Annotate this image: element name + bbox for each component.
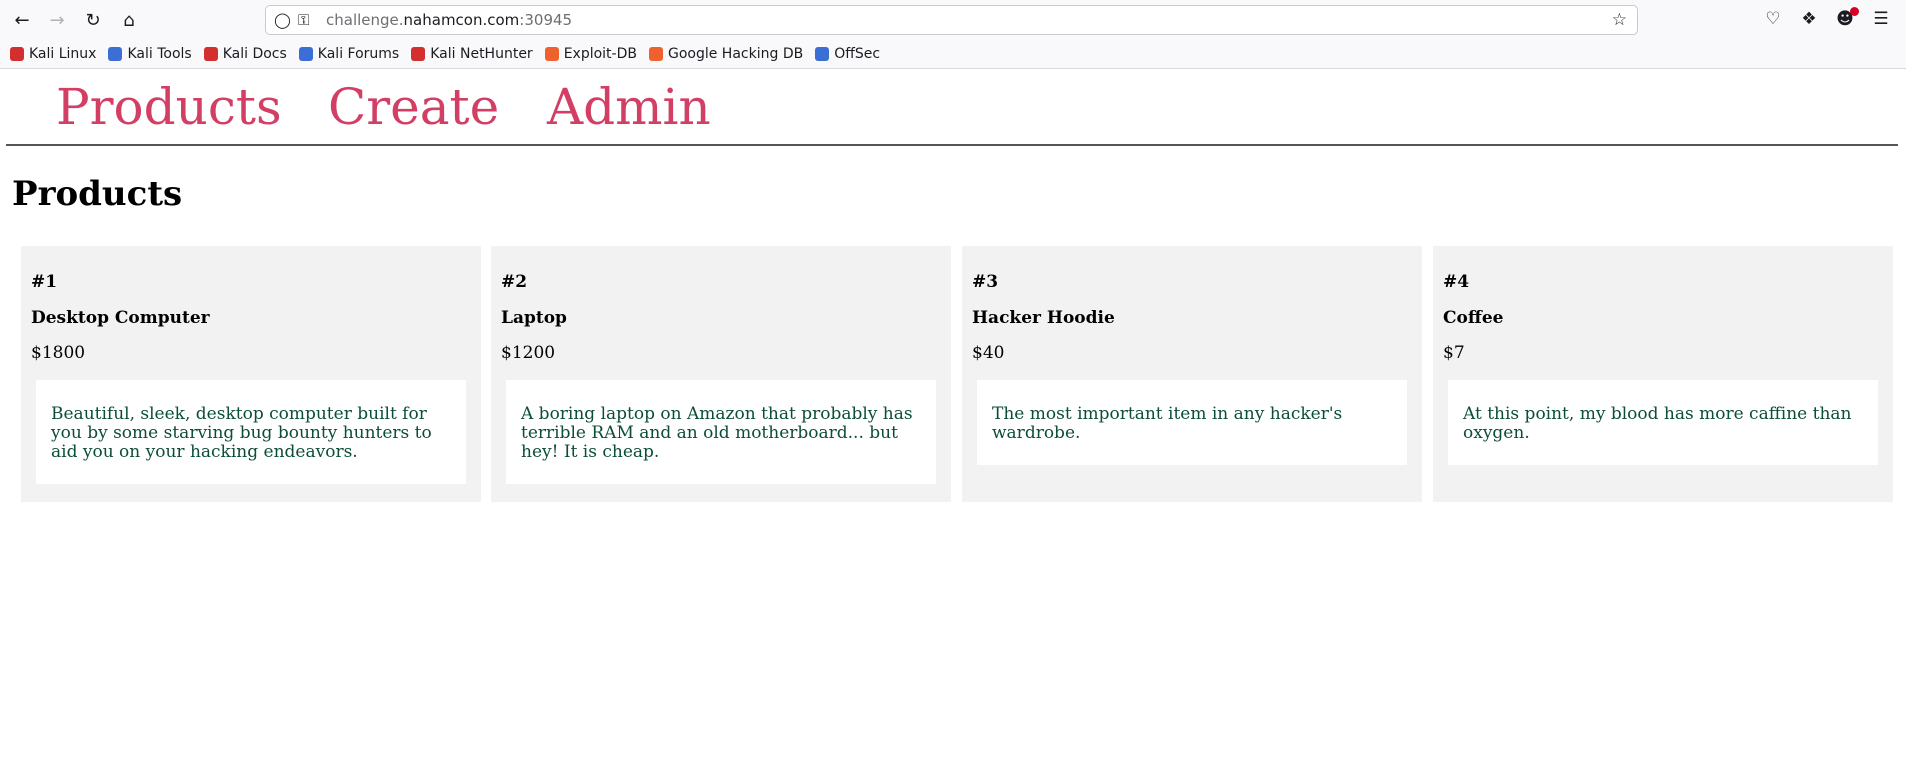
product-name: Laptop (501, 308, 567, 328)
shield-icon[interactable]: ◯ (274, 11, 291, 29)
product-description: The most important item in any hacker's … (977, 380, 1407, 465)
url-host: nahamcon.com (403, 11, 520, 29)
page-title: Products (12, 174, 183, 214)
bookmark-label: Kali Tools (127, 46, 192, 62)
product-card: #2 Laptop $1200 A boring laptop on Amazo… (491, 246, 951, 502)
bookmark-label: Kali Forums (317, 46, 400, 62)
bookmark-label: OffSec (834, 46, 881, 62)
product-grid: #1 Desktop Computer $1800 Beautiful, sle… (21, 246, 1893, 502)
product-description: Beautiful, sleek, desktop computer built… (36, 380, 466, 484)
product-id: #2 (501, 272, 528, 292)
bookmarks-bar: Kali Linux Kali Tools Kali Docs Kali Forums… (0, 40, 1906, 69)
pocket-icon[interactable]: ♡ (1762, 9, 1784, 29)
product-name: Desktop Computer (31, 308, 210, 328)
nav-link-create[interactable]: Create (328, 78, 499, 136)
reload-icon[interactable]: ↻ (80, 8, 106, 34)
product-price: $7 (1443, 343, 1465, 363)
kali-docs-icon (203, 47, 218, 61)
extensions-icon[interactable]: ❖ (1798, 9, 1820, 29)
home-icon[interactable]: ⌂ (116, 8, 142, 34)
product-name: Hacker Hoodie (972, 308, 1115, 328)
url-bar[interactable]: ◯ ⚿ challenge.nahamcon.com:30945 ☆ (265, 5, 1638, 35)
url-prefix: challenge. (326, 11, 404, 29)
kali-forums-icon (298, 47, 313, 61)
bookmark-item[interactable]: Kali Linux (10, 46, 96, 62)
bookmark-label: Google Hacking DB (667, 46, 804, 62)
product-name: Coffee (1443, 308, 1504, 328)
product-card: #1 Desktop Computer $1800 Beautiful, sle… (21, 246, 481, 502)
back-arrow-icon[interactable]: ← (9, 8, 35, 34)
bookmark-item[interactable]: Kali Docs (203, 46, 287, 62)
product-id: #1 (31, 272, 58, 292)
product-description: A boring laptop on Amazon that probably … (506, 380, 936, 484)
browser-toolbar: ← → ↻ ⌂ ◯ ⚿ challenge.nahamcon.com:30945… (0, 0, 1906, 40)
bookmark-item[interactable]: Kali Forums (298, 46, 400, 62)
top-navigation: Products Create Admin (6, 70, 1898, 146)
url-port: :30945 (519, 11, 573, 29)
url-text[interactable]: challenge.nahamcon.com:30945 (326, 11, 572, 29)
product-price: $1200 (501, 343, 556, 363)
product-description: At this point, my blood has more caffine… (1448, 380, 1878, 465)
bookmark-label: Exploit-DB (563, 46, 637, 62)
forward-arrow-icon[interactable]: → (44, 8, 70, 34)
nav-link-admin[interactable]: Admin (547, 78, 711, 136)
ghdb-icon (648, 47, 663, 61)
offsec-icon (815, 47, 830, 61)
product-price: $1800 (31, 343, 86, 363)
page-content: Products Create Admin Products #1 Deskto… (0, 70, 1906, 779)
nav-link-products[interactable]: Products (56, 78, 282, 136)
product-price: $40 (972, 343, 1005, 363)
bookmark-label: Kali Docs (222, 46, 287, 62)
bookmark-item[interactable]: Exploit-DB (544, 46, 637, 62)
bookmark-label: Kali Linux (29, 46, 97, 62)
kali-tools-icon (108, 47, 123, 61)
exploit-db-icon (544, 47, 559, 61)
product-id: #4 (1443, 272, 1470, 292)
product-card: #3 Hacker Hoodie $40 The most important … (962, 246, 1422, 502)
product-id: #3 (972, 272, 999, 292)
lock-insecure-icon[interactable]: ⚿ (298, 11, 309, 29)
menu-icon[interactable]: ☰ (1870, 9, 1892, 29)
bookmark-item[interactable]: OffSec (815, 46, 880, 62)
bookmark-label: Kali NetHunter (430, 46, 533, 62)
bookmark-item[interactable]: Google Hacking DB (648, 46, 804, 62)
notification-badge (1850, 7, 1859, 16)
bookmark-item[interactable]: Kali NetHunter (411, 46, 533, 62)
kali-nethunter-icon (411, 47, 426, 61)
product-card: #4 Coffee $7 At this point, my blood has… (1433, 246, 1893, 502)
bookmark-star-icon[interactable]: ☆ (1612, 10, 1627, 30)
kali-icon (10, 47, 24, 61)
bookmark-item[interactable]: Kali Tools (108, 46, 192, 62)
